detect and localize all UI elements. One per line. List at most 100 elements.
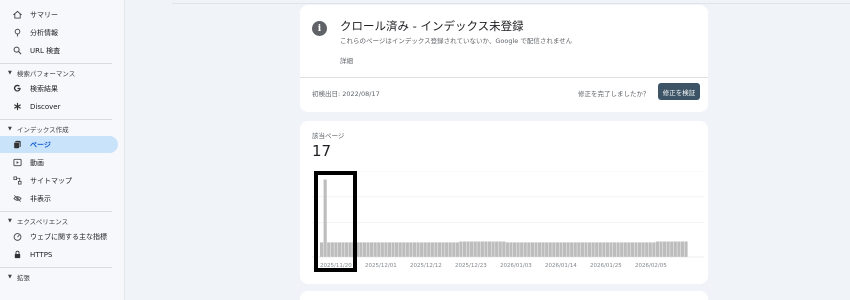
chart-bar[interactable] — [516, 242, 520, 257]
chart-bar[interactable] — [498, 241, 502, 257]
chart-bar[interactable] — [595, 242, 599, 257]
chart-bar[interactable] — [491, 241, 495, 257]
chart-bar[interactable] — [523, 242, 527, 257]
chart-bar[interactable] — [505, 242, 509, 257]
chart-bar[interactable] — [384, 242, 388, 257]
chart-bar[interactable] — [580, 242, 584, 257]
chart-bar[interactable] — [459, 241, 463, 257]
chart-bar[interactable] — [420, 242, 424, 257]
chart-bar[interactable] — [577, 242, 581, 257]
chart-bar[interactable] — [666, 241, 670, 257]
chart-bar[interactable] — [387, 242, 392, 257]
chart-bar[interactable] — [530, 242, 534, 257]
chart-bar[interactable] — [423, 242, 427, 257]
chart-bar[interactable] — [441, 242, 445, 257]
chart-bar[interactable] — [398, 242, 402, 257]
chart-bar[interactable] — [684, 241, 688, 257]
chart-bar[interactable] — [391, 242, 395, 257]
chart-bar[interactable] — [680, 241, 685, 257]
validate-fix-button[interactable]: 修正を検証 — [658, 83, 700, 100]
chart-bar[interactable] — [470, 241, 474, 257]
chart-bar[interactable] — [416, 242, 420, 257]
chart-bar[interactable] — [641, 242, 645, 257]
chart-bar[interactable] — [466, 241, 470, 257]
chart-bar[interactable] — [477, 241, 481, 257]
chart-bar[interactable] — [509, 242, 513, 257]
sidebar-item[interactable]: 非表示 — [0, 190, 118, 207]
chart-bar[interactable] — [609, 242, 613, 257]
chart-bar[interactable] — [630, 242, 635, 257]
chart-bar[interactable] — [659, 241, 663, 257]
sidebar-item[interactable]: 分析情報 — [0, 24, 118, 41]
chart-bar[interactable] — [380, 242, 384, 257]
sidebar-section-header[interactable]: ▼ インデックス作成 — [8, 124, 69, 134]
chart-bar[interactable] — [462, 241, 467, 257]
chart-bar[interactable] — [645, 242, 649, 257]
sidebar-item[interactable]: サマリー — [0, 6, 118, 23]
chart-bar[interactable] — [598, 242, 602, 257]
chart-bar[interactable] — [402, 242, 406, 257]
chart-bar[interactable] — [366, 242, 370, 257]
sidebar-section-header[interactable]: ▼ エクスペリエンス — [8, 216, 68, 226]
chart-bar[interactable] — [527, 242, 531, 257]
sidebar-section-header[interactable]: ▼ 検索パフォーマンス — [8, 68, 75, 78]
chart-bar[interactable] — [555, 242, 559, 257]
chart-bar[interactable] — [670, 241, 674, 257]
sidebar-section-header[interactable]: ▼ 拡張 — [8, 272, 30, 282]
sidebar-item[interactable]: HTTPS — [0, 246, 118, 263]
chart-bar[interactable] — [487, 241, 492, 257]
chart-bar[interactable] — [570, 242, 574, 257]
chart-bar[interactable] — [637, 242, 642, 257]
sidebar-item[interactable]: ウェブに関する主な指標 — [0, 228, 118, 245]
chart-bar[interactable] — [566, 242, 570, 257]
chart-bar[interactable] — [427, 242, 431, 257]
chart-bar[interactable] — [395, 242, 399, 257]
chart-bar[interactable] — [662, 241, 667, 257]
chart-bar[interactable] — [655, 241, 660, 257]
chart-bar[interactable] — [634, 242, 638, 257]
chart-bar[interactable] — [591, 242, 595, 257]
sidebar-item[interactable]: サイトマップ — [0, 172, 118, 189]
chart-bar[interactable] — [562, 242, 567, 257]
chart-bar[interactable] — [437, 242, 442, 257]
sidebar-item[interactable]: ページ — [0, 136, 118, 153]
chart-bar[interactable] — [616, 242, 620, 257]
chart-bar[interactable] — [627, 242, 631, 257]
chart-bar[interactable] — [552, 242, 556, 257]
chart-bar[interactable] — [373, 242, 377, 257]
chart-bar[interactable] — [370, 242, 374, 257]
chart-bar[interactable] — [537, 242, 542, 257]
chart-bar[interactable] — [434, 242, 438, 257]
chart-bar[interactable] — [362, 242, 367, 257]
chart-bar[interactable] — [405, 242, 409, 257]
chart-bar[interactable] — [605, 242, 609, 257]
chart-bar[interactable] — [412, 242, 417, 257]
chart-bar[interactable] — [359, 242, 363, 257]
sidebar-item[interactable]: URL 検査 — [0, 42, 118, 59]
chart-bar[interactable] — [620, 242, 624, 257]
chart-bar[interactable] — [541, 242, 545, 257]
chart-bar[interactable] — [548, 242, 552, 257]
chart-bar[interactable] — [559, 242, 563, 257]
chart-bar[interactable] — [480, 241, 484, 257]
chart-bar[interactable] — [512, 242, 517, 257]
chart-bar[interactable] — [484, 241, 488, 257]
chart-bar[interactable] — [448, 242, 452, 257]
chart-bar[interactable] — [377, 242, 381, 257]
chart-bar[interactable] — [430, 242, 434, 257]
sidebar-item[interactable]: Discover — [0, 98, 118, 115]
chart-bar[interactable] — [612, 242, 617, 257]
chart-bar[interactable] — [502, 241, 506, 257]
chart-bar[interactable] — [673, 241, 677, 257]
chart-bar[interactable] — [648, 242, 652, 257]
chart-bar[interactable] — [677, 241, 681, 257]
chart-bar[interactable] — [534, 242, 538, 257]
chart-bar[interactable] — [495, 241, 499, 257]
chart-bar[interactable] — [409, 242, 413, 257]
chart-bar[interactable] — [520, 242, 524, 257]
sidebar-item[interactable]: 検索結果 — [0, 80, 118, 97]
chart-bar[interactable] — [445, 242, 449, 257]
chart-bar[interactable] — [573, 242, 577, 257]
chart-bar[interactable] — [473, 241, 477, 257]
chart-bar[interactable] — [587, 242, 592, 257]
